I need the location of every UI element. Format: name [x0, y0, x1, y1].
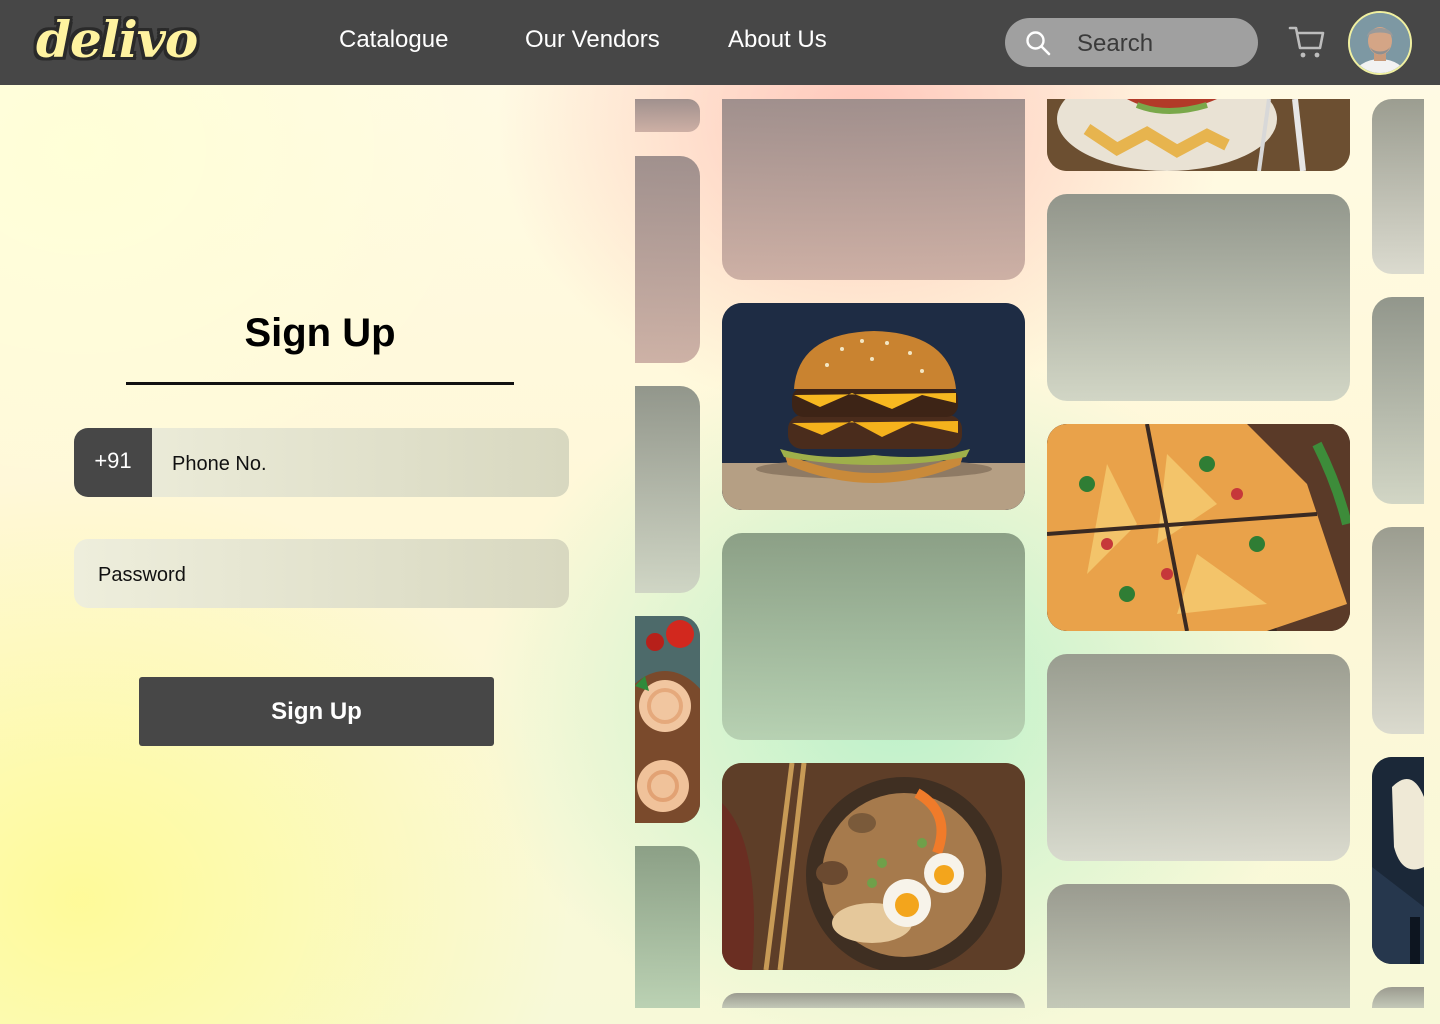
mosaic-tile [635, 156, 700, 363]
mosaic-tile [1047, 884, 1350, 1008]
burger-photo[interactable] [722, 303, 1025, 510]
user-avatar[interactable] [1348, 11, 1412, 75]
mosaic-tile [1372, 99, 1424, 274]
top-navigation-bar: delivo Catalogue Our Vendors About Us [0, 0, 1440, 85]
pizza-photo[interactable] [1047, 424, 1350, 631]
signup-button[interactable]: Sign Up [139, 677, 494, 746]
delivo-logo[interactable]: delivo [36, 10, 198, 70]
dessert-image [1372, 757, 1424, 964]
mosaic-tile [1372, 987, 1424, 1008]
mosaic-tile [635, 99, 700, 132]
ramen-image [722, 763, 1025, 970]
search-bar[interactable] [1005, 18, 1258, 67]
phone-input[interactable] [170, 445, 554, 483]
search-icon[interactable] [1025, 30, 1051, 56]
pasta-photo[interactable] [635, 616, 700, 823]
search-input[interactable] [1075, 26, 1249, 62]
mosaic-tile [635, 386, 700, 593]
password-input[interactable] [96, 556, 550, 594]
mosaic-tile [1372, 297, 1424, 504]
title-underline [126, 382, 514, 385]
country-code-prefix[interactable]: +91 [74, 428, 152, 497]
mosaic-tile [1047, 194, 1350, 401]
dessert-photo[interactable] [1372, 757, 1424, 964]
mosaic-tile [1047, 654, 1350, 861]
signup-title: Sign Up [244, 311, 396, 355]
mosaic-tile [635, 846, 700, 1008]
password-field[interactable] [74, 539, 569, 608]
user-portrait-icon [1350, 13, 1410, 73]
mosaic-tile [722, 993, 1025, 1008]
mosaic-tile [1372, 527, 1424, 734]
ramen-photo[interactable] [722, 763, 1025, 970]
mosaic-tile [722, 533, 1025, 740]
mosaic-tile [722, 99, 1025, 280]
nav-about-us[interactable]: About Us [728, 25, 827, 55]
sandwich-photo[interactable] [1047, 99, 1350, 171]
burger-image [722, 303, 1025, 510]
nav-catalogue[interactable]: Catalogue [339, 25, 448, 55]
pizza-image [1047, 424, 1350, 631]
sandwich-image [1047, 99, 1350, 171]
pasta-image [635, 616, 700, 823]
phone-field[interactable]: +91 [74, 428, 569, 497]
shopping-cart-icon[interactable] [1288, 24, 1326, 60]
nav-our-vendors[interactable]: Our Vendors [525, 25, 660, 55]
